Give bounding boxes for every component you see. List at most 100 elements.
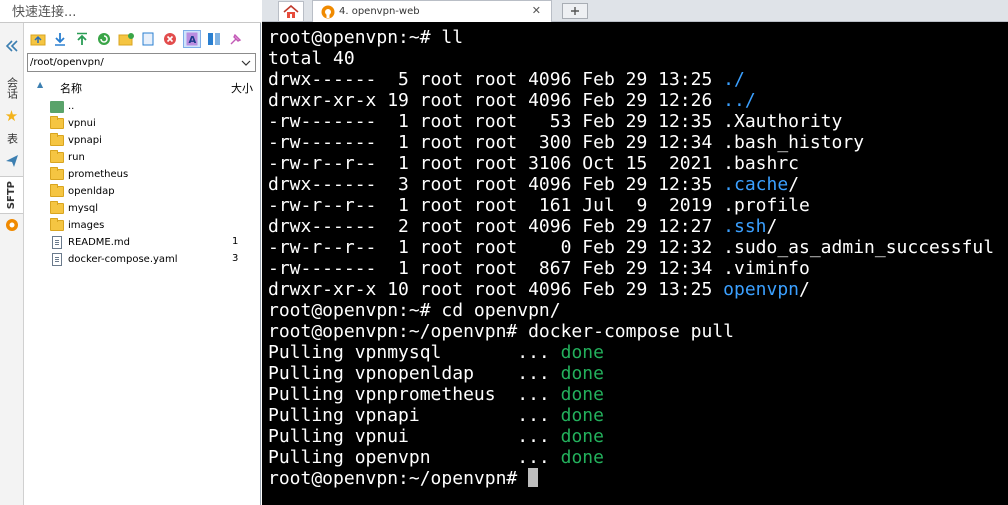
pin-icon[interactable]: [227, 30, 245, 48]
file-size: 1: [232, 236, 239, 247]
terminal-line: -rw------- 1 root root 867 Feb 29 12:34 …: [268, 258, 810, 279]
upload-icon[interactable]: [73, 30, 91, 48]
file-name: vpnui: [68, 118, 96, 129]
file-name: openldap: [68, 186, 115, 197]
list-item[interactable]: prometheus: [27, 166, 256, 183]
tab-filter[interactable]: 表: [0, 129, 23, 147]
file-name: docker-compose.yaml: [68, 254, 178, 265]
path-input[interactable]: [28, 56, 237, 69]
parent-folder-icon: [49, 100, 65, 114]
tab-extra[interactable]: [0, 214, 23, 236]
terminal-line: drwx------ 5 root root 4096 Feb 29 13:25…: [268, 69, 745, 90]
folder-up-icon[interactable]: [29, 30, 47, 48]
terminal[interactable]: root@openvpn:~# ll total 40 drwx------ 5…: [262, 22, 1008, 505]
terminal-cursor: [528, 468, 539, 487]
pull-status: done: [560, 342, 604, 363]
delete-icon[interactable]: [161, 30, 179, 48]
list-item[interactable]: vpnapi: [27, 132, 256, 149]
folder-icon: [49, 167, 65, 182]
folder-icon: [49, 150, 65, 165]
folder-icon: [49, 133, 65, 148]
pull-status: done: [560, 447, 604, 468]
tab-send[interactable]: [0, 149, 23, 173]
file-name: prometheus: [68, 169, 129, 180]
pull-text: Pulling vpnmysql ...: [268, 342, 561, 363]
folder-icon: [49, 184, 65, 199]
close-icon[interactable]: ✕: [532, 4, 541, 17]
pull-line: Pulling vpnopenldap ... done: [268, 363, 604, 384]
pull-text: Pulling vpnprometheus ...: [268, 384, 561, 405]
column-name[interactable]: 名称: [60, 80, 82, 96]
pull-line: Pulling openvpn ... done: [268, 447, 604, 468]
file-name: vpnapi: [68, 135, 102, 146]
list-item[interactable]: run: [27, 149, 256, 166]
tab-sessions[interactable]: 会话: [0, 73, 23, 103]
dir-name: openvpn: [723, 279, 800, 300]
terminal-line: root@openvpn:~# cd openvpn/: [268, 300, 561, 321]
file-icon: [49, 253, 65, 267]
list-item[interactable]: openldap: [27, 183, 256, 200]
download-icon[interactable]: [51, 30, 69, 48]
tab-openvpn-web[interactable]: 4. openvpn-web ✕: [312, 0, 552, 22]
list-item[interactable]: vpnui: [27, 115, 256, 132]
sftp-panel: 会话 ★ 表 SFTP A ▲: [0, 0, 261, 505]
pull-text: Pulling openvpn ...: [268, 447, 561, 468]
dir-slash: /: [788, 174, 800, 195]
terminal-line: -rw-r--r-- 1 root root 3106 Oct 15 2021 …: [268, 153, 800, 174]
text-mode-icon[interactable]: A: [183, 30, 201, 48]
new-file-icon[interactable]: [139, 30, 157, 48]
tab-sftp[interactable]: SFTP: [0, 176, 23, 214]
dir-name: ../: [723, 90, 756, 111]
list-item-parent[interactable]: ..: [27, 98, 256, 115]
file-list-header: ▲ 名称 大小: [27, 78, 256, 96]
refresh-icon[interactable]: [95, 30, 113, 48]
pull-line: Pulling vpnui ... done: [268, 426, 604, 447]
chevron-down-icon[interactable]: [237, 54, 255, 71]
dir-name: .ssh: [723, 216, 767, 237]
binary-mode-icon[interactable]: [205, 30, 223, 48]
pull-status: done: [560, 363, 604, 384]
new-tab-button[interactable]: [562, 3, 588, 19]
terminal-line: -rw------- 1 root root 53 Feb 29 12:35 .…: [268, 111, 843, 132]
session-tab-bar: 4. openvpn-web ✕: [262, 0, 1008, 22]
terminal-line: -rw-r--r-- 1 root root 161 Jul 9 2019 .p…: [268, 195, 810, 216]
file-name: README.md: [68, 237, 131, 248]
file-list: .. vpnui vpnapi run prometheus openldap …: [27, 98, 256, 268]
pull-status: done: [560, 405, 604, 426]
list-item[interactable]: images: [27, 217, 256, 234]
terminal-line: drwxr-xr-x 19 root root 4096 Feb 29 12:2…: [268, 90, 756, 111]
list-item[interactable]: mysql: [27, 200, 256, 217]
prompt: root@openvpn:~/openvpn#: [268, 468, 529, 489]
folder-icon: [49, 218, 65, 233]
tab-favorites[interactable]: ★: [0, 105, 23, 127]
quick-connect-bar: [0, 0, 261, 23]
quick-connect-input[interactable]: [10, 1, 254, 23]
home-tab[interactable]: [278, 1, 304, 21]
sort-asc-icon[interactable]: ▲: [37, 80, 43, 89]
collapse-icon[interactable]: [0, 35, 23, 57]
plus-icon: [571, 7, 579, 15]
side-tabs: 会话 ★ 表 SFTP: [0, 23, 24, 505]
terminal-line: -rw------- 1 root root 300 Feb 29 12:34 …: [268, 132, 865, 153]
new-folder-icon[interactable]: [117, 30, 135, 48]
file-icon: [49, 236, 65, 250]
terminal-prompt-line: root@openvpn:~/openvpn#: [268, 468, 539, 489]
list-item[interactable]: docker-compose.yaml 3: [27, 251, 256, 268]
dir-slash: /: [799, 279, 810, 300]
column-size[interactable]: 大小: [231, 80, 253, 96]
pull-text: Pulling vpnui ...: [268, 426, 561, 447]
terminal-line: root@openvpn:~/openvpn# docker-compose p…: [268, 321, 734, 342]
terminal-line: -rw-r--r-- 1 root root 0 Feb 29 12:32 .s…: [268, 237, 995, 258]
sftp-toolbar: A: [25, 28, 261, 50]
star-icon: ★: [4, 107, 19, 125]
entry-meta: drwx------ 3 root root 4096 Feb 29 12:35: [268, 174, 724, 195]
entry-meta: drwxr-xr-x 10 root root 4096 Feb 29 13:2…: [268, 279, 724, 300]
pull-line: Pulling vpnapi ... done: [268, 405, 604, 426]
folder-icon: [49, 201, 65, 216]
path-combobox[interactable]: [27, 53, 256, 72]
file-name: images: [68, 220, 105, 231]
tab-sessions-label: 会话: [5, 77, 19, 99]
terminal-line: drwx------ 3 root root 4096 Feb 29 12:35…: [268, 174, 799, 195]
entry-meta: drwx------ 5 root root 4096 Feb 29 13:25: [268, 69, 724, 90]
list-item[interactable]: README.md 1: [27, 234, 256, 251]
